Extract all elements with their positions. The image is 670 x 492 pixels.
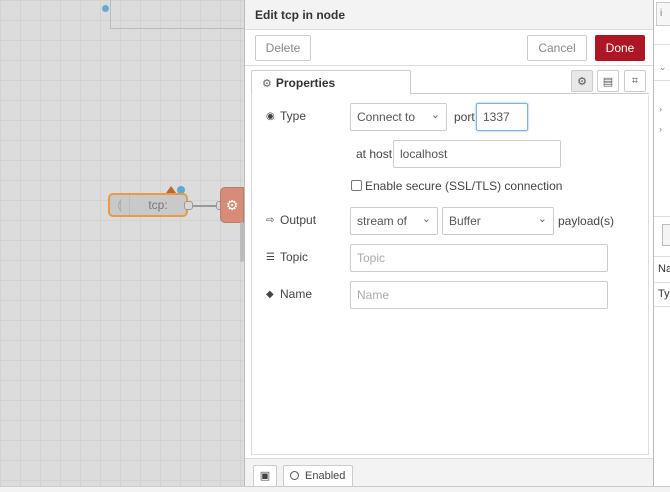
- gear-icon: ⚙: [577, 75, 587, 88]
- port-label: port: [454, 110, 475, 124]
- sidebar-row-label: Na: [658, 263, 670, 275]
- tab-node-description[interactable]: ▤: [597, 70, 619, 92]
- book-icon: ▣: [259, 470, 271, 482]
- info-icon: i: [660, 8, 663, 19]
- type-label: ◉ Type: [266, 109, 307, 123]
- enabled-toggle[interactable]: Enabled: [283, 464, 353, 487]
- sign-out-icon: ⇨: [266, 214, 275, 226]
- sidebar-button[interactable]: [662, 224, 670, 246]
- cancel-button[interactable]: Cancel: [527, 34, 587, 61]
- tls-label: Enable secure (SSL/TLS) connection: [365, 179, 563, 193]
- tab-node-settings[interactable]: ⚙: [571, 70, 593, 92]
- topic-input[interactable]: Topic: [350, 244, 608, 272]
- node-changed-indicator: [166, 186, 176, 193]
- divider: [654, 216, 670, 217]
- chevron-right-icon[interactable]: ›: [659, 124, 662, 134]
- tray-tabs: ⚙ Properties ⚙ ▤ ⌗: [251, 70, 649, 95]
- document-icon: ▤: [602, 75, 614, 88]
- frame-icon: ⌗: [631, 74, 639, 87]
- tray-title: Edit tcp in node: [245, 0, 653, 30]
- divider: [654, 80, 670, 81]
- tcp-in-node[interactable]: ⟬ tcp:: [108, 193, 188, 217]
- name-label: ◆ Name: [266, 287, 313, 301]
- status-dot: [102, 5, 109, 12]
- divider: [654, 256, 670, 257]
- delete-button[interactable]: Delete: [255, 34, 311, 61]
- group-border: [110, 28, 244, 29]
- gear-icon: ⚙: [225, 196, 239, 213]
- done-button[interactable]: Done: [595, 34, 645, 61]
- host-input[interactable]: localhost: [393, 140, 561, 168]
- network-icon: ⟬: [110, 195, 130, 215]
- divider: [654, 282, 670, 283]
- chevron-down-icon[interactable]: ⌄: [659, 62, 667, 73]
- type-select[interactable]: Connect to: [350, 103, 447, 131]
- tab-properties[interactable]: ⚙ Properties: [251, 70, 411, 95]
- circle-icon: [290, 471, 299, 480]
- output-suffix: payload(s): [558, 214, 615, 228]
- output-mode-select[interactable]: stream of: [350, 207, 438, 235]
- divider: [654, 44, 670, 45]
- properties-form: ◉Type Connect to port 1337 at host local…: [251, 95, 649, 455]
- gear-icon: ⚙: [262, 78, 272, 90]
- right-sidebar: i ⌄ › › Na Ty: [654, 0, 670, 492]
- chevron-right-icon[interactable]: ›: [659, 104, 662, 114]
- output-label: ⇨ Output: [266, 213, 317, 227]
- output-type-select[interactable]: Buffer: [442, 207, 554, 235]
- target-icon: ◉: [266, 110, 275, 122]
- divider: [654, 306, 670, 307]
- host-label: at host: [356, 147, 393, 161]
- status-bar: [0, 486, 670, 492]
- sidebar-tab-info[interactable]: i: [656, 2, 670, 26]
- port-input[interactable]: 1337: [476, 103, 528, 131]
- function-node[interactable]: ⚙: [220, 187, 244, 223]
- group-border: [110, 0, 111, 28]
- tls-checkbox[interactable]: [351, 180, 362, 191]
- sidebar-row-label: Ty: [658, 288, 670, 300]
- workspace-canvas[interactable]: ⟬ tcp: ⚙: [0, 0, 244, 492]
- tasks-icon: ☰: [266, 251, 275, 263]
- node-label: tcp:: [148, 198, 168, 212]
- help-button[interactable]: ▣: [253, 464, 277, 487]
- tray-toolbar: Delete Cancel Done: [245, 30, 653, 66]
- topic-label: ☰ Topic: [266, 250, 309, 264]
- tab-node-appearance[interactable]: ⌗: [624, 70, 646, 92]
- tab-label: Properties: [275, 76, 336, 90]
- tag-icon: ◆: [266, 288, 274, 300]
- name-input[interactable]: Name: [350, 281, 608, 309]
- edit-tray: Edit tcp in node Delete Cancel Done ⚙ Pro…: [244, 0, 654, 492]
